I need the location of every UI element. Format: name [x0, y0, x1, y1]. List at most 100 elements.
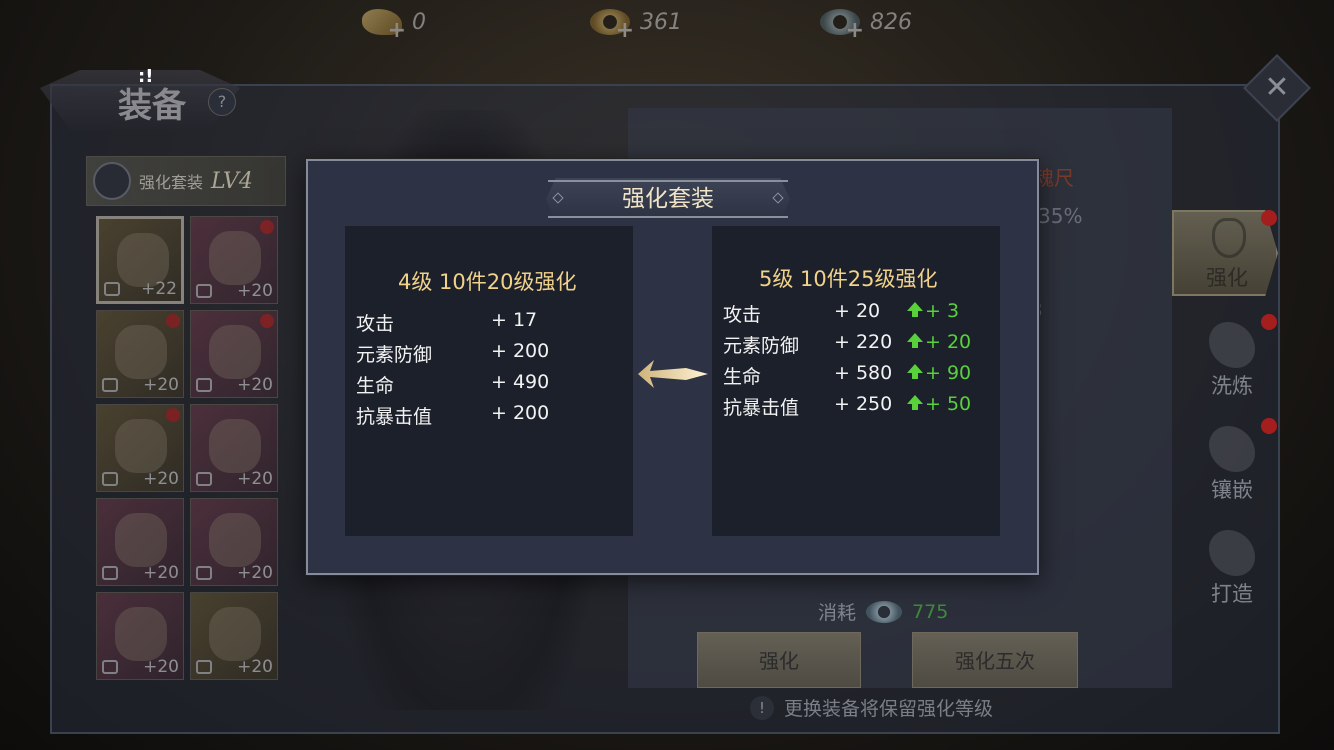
tab-inlay-label: 镶嵌	[1211, 478, 1253, 502]
stat-value: + 17	[491, 309, 538, 331]
currency-gold-ring[interactable]: + 361	[590, 2, 682, 43]
suit-tag[interactable]: 强化套装 LV4	[86, 156, 286, 206]
enhance-button[interactable]: 强化	[697, 632, 861, 688]
suit-tag-level: LV4	[211, 168, 253, 194]
demon-mask-icon	[1209, 322, 1255, 368]
currency-value: 361	[640, 9, 682, 35]
notification-dot	[1261, 210, 1277, 226]
arrow-right-icon	[638, 360, 708, 388]
consume-amount: 775	[912, 600, 949, 623]
currency-gold-ingot[interactable]: + 0	[362, 2, 426, 43]
stat-name: 元素防御	[723, 335, 800, 357]
equipment-item-icon	[115, 325, 167, 379]
currency-value: 826	[870, 9, 912, 35]
stat-value: + 20	[834, 300, 881, 322]
add-icon: +	[615, 18, 634, 43]
tab-enhance-label: 强化	[1206, 266, 1248, 290]
stat-increase: + 90	[907, 362, 971, 384]
equipment-slot[interactable]: +20	[96, 498, 184, 586]
silver-ring-coin-icon	[866, 600, 903, 623]
slot-level: +22	[141, 279, 177, 299]
up-arrow-icon	[907, 395, 923, 410]
notification-dot	[260, 314, 274, 328]
stat-value: + 580	[834, 362, 893, 384]
tab-refine[interactable]: 洗炼	[1190, 322, 1274, 400]
equipment-item-icon	[115, 419, 167, 473]
equipment-item-icon	[115, 513, 167, 567]
equipment-item-icon	[209, 513, 261, 567]
stat-name: 抗暴击值	[723, 397, 800, 419]
close-icon[interactable]: ✕	[1261, 70, 1293, 106]
stat-increase-value: + 50	[925, 393, 972, 415]
gold-ingot-icon: +	[362, 9, 406, 43]
currency-silver-ring[interactable]: + 826	[820, 2, 912, 43]
item-percent: 35%	[1038, 204, 1083, 228]
lock-icon	[102, 660, 118, 674]
lock-icon	[102, 378, 118, 392]
equipment-slot[interactable]: +20	[190, 592, 278, 680]
add-icon: +	[845, 18, 864, 43]
notification-dot	[166, 408, 180, 422]
slot-level: +20	[237, 281, 273, 301]
stat-name: 生命	[356, 375, 395, 397]
currency-value: 0	[412, 9, 426, 35]
slot-level: +20	[143, 375, 179, 395]
slot-level: +20	[143, 563, 179, 583]
stat-increase-value: + 90	[925, 362, 972, 384]
equipment-slot[interactable]: +20	[190, 216, 278, 304]
up-arrow-icon	[907, 333, 923, 348]
current-level-heading: 4级 10件20级强化	[398, 270, 577, 294]
slot-level: +20	[237, 375, 273, 395]
tab-inlay[interactable]: 镶嵌	[1190, 426, 1274, 504]
tab-refine-label: 洗炼	[1211, 374, 1253, 398]
equipment-slot[interactable]: +20	[190, 498, 278, 586]
suit-tag-label: 强化套装	[139, 173, 204, 192]
stat-value: + 220	[834, 331, 893, 353]
equipment-slot[interactable]: +20	[190, 310, 278, 398]
stat-value: + 250	[834, 393, 893, 415]
dialog-title: 强化套装	[622, 186, 714, 212]
item-name: 魂尺	[1034, 166, 1074, 190]
stat-name: 抗暴击值	[356, 406, 433, 428]
dialog-title-plate: 强化套装	[546, 178, 790, 220]
notification-dot	[166, 314, 180, 328]
equipment-slot[interactable]: +22	[96, 216, 184, 304]
lock-icon	[196, 472, 212, 486]
stat-value: + 200	[491, 402, 550, 424]
stat-increase-value: + 3	[925, 300, 960, 322]
stat-increase: + 20	[907, 331, 971, 353]
equipment-item-icon	[209, 325, 261, 379]
equipment-slot[interactable]: +20	[190, 404, 278, 492]
stat-name: 攻击	[356, 313, 395, 335]
slot-level: +20	[237, 469, 273, 489]
notification-dot	[1261, 314, 1277, 330]
notification-dot	[1261, 418, 1277, 434]
equipment-slot[interactable]: +20	[96, 592, 184, 680]
gold-ring-coin-icon: +	[590, 9, 634, 43]
tab-forge[interactable]: 打造	[1190, 530, 1274, 608]
note-text: 更换装备将保留强化等级	[784, 698, 994, 720]
equipment-item-icon	[209, 419, 261, 473]
lock-icon	[196, 660, 212, 674]
equipment-slot[interactable]: +20	[96, 404, 184, 492]
info-icon: !	[750, 695, 774, 720]
stat-value: + 200	[491, 340, 550, 362]
lock-icon	[104, 282, 120, 296]
enhance-five-button[interactable]: 强化五次	[912, 632, 1078, 688]
add-icon: +	[387, 18, 406, 43]
lock-icon	[196, 284, 212, 298]
spiked-gem-icon	[1209, 426, 1255, 472]
stat-value: + 490	[491, 371, 550, 393]
slot-level: +20	[143, 657, 179, 677]
stat-increase: + 3	[907, 300, 959, 322]
help-button[interactable]: ?	[208, 88, 236, 116]
slot-level: +20	[143, 469, 179, 489]
anchor-hammer-icon	[1212, 218, 1246, 258]
silver-ring-coin-icon: +	[820, 9, 864, 43]
stat-increase-value: + 20	[925, 331, 972, 353]
lock-icon	[102, 566, 118, 580]
slot-level: +20	[237, 657, 273, 677]
alert-mark: :!	[138, 66, 154, 87]
armor-icon	[93, 162, 131, 200]
equipment-slot[interactable]: +20	[96, 310, 184, 398]
